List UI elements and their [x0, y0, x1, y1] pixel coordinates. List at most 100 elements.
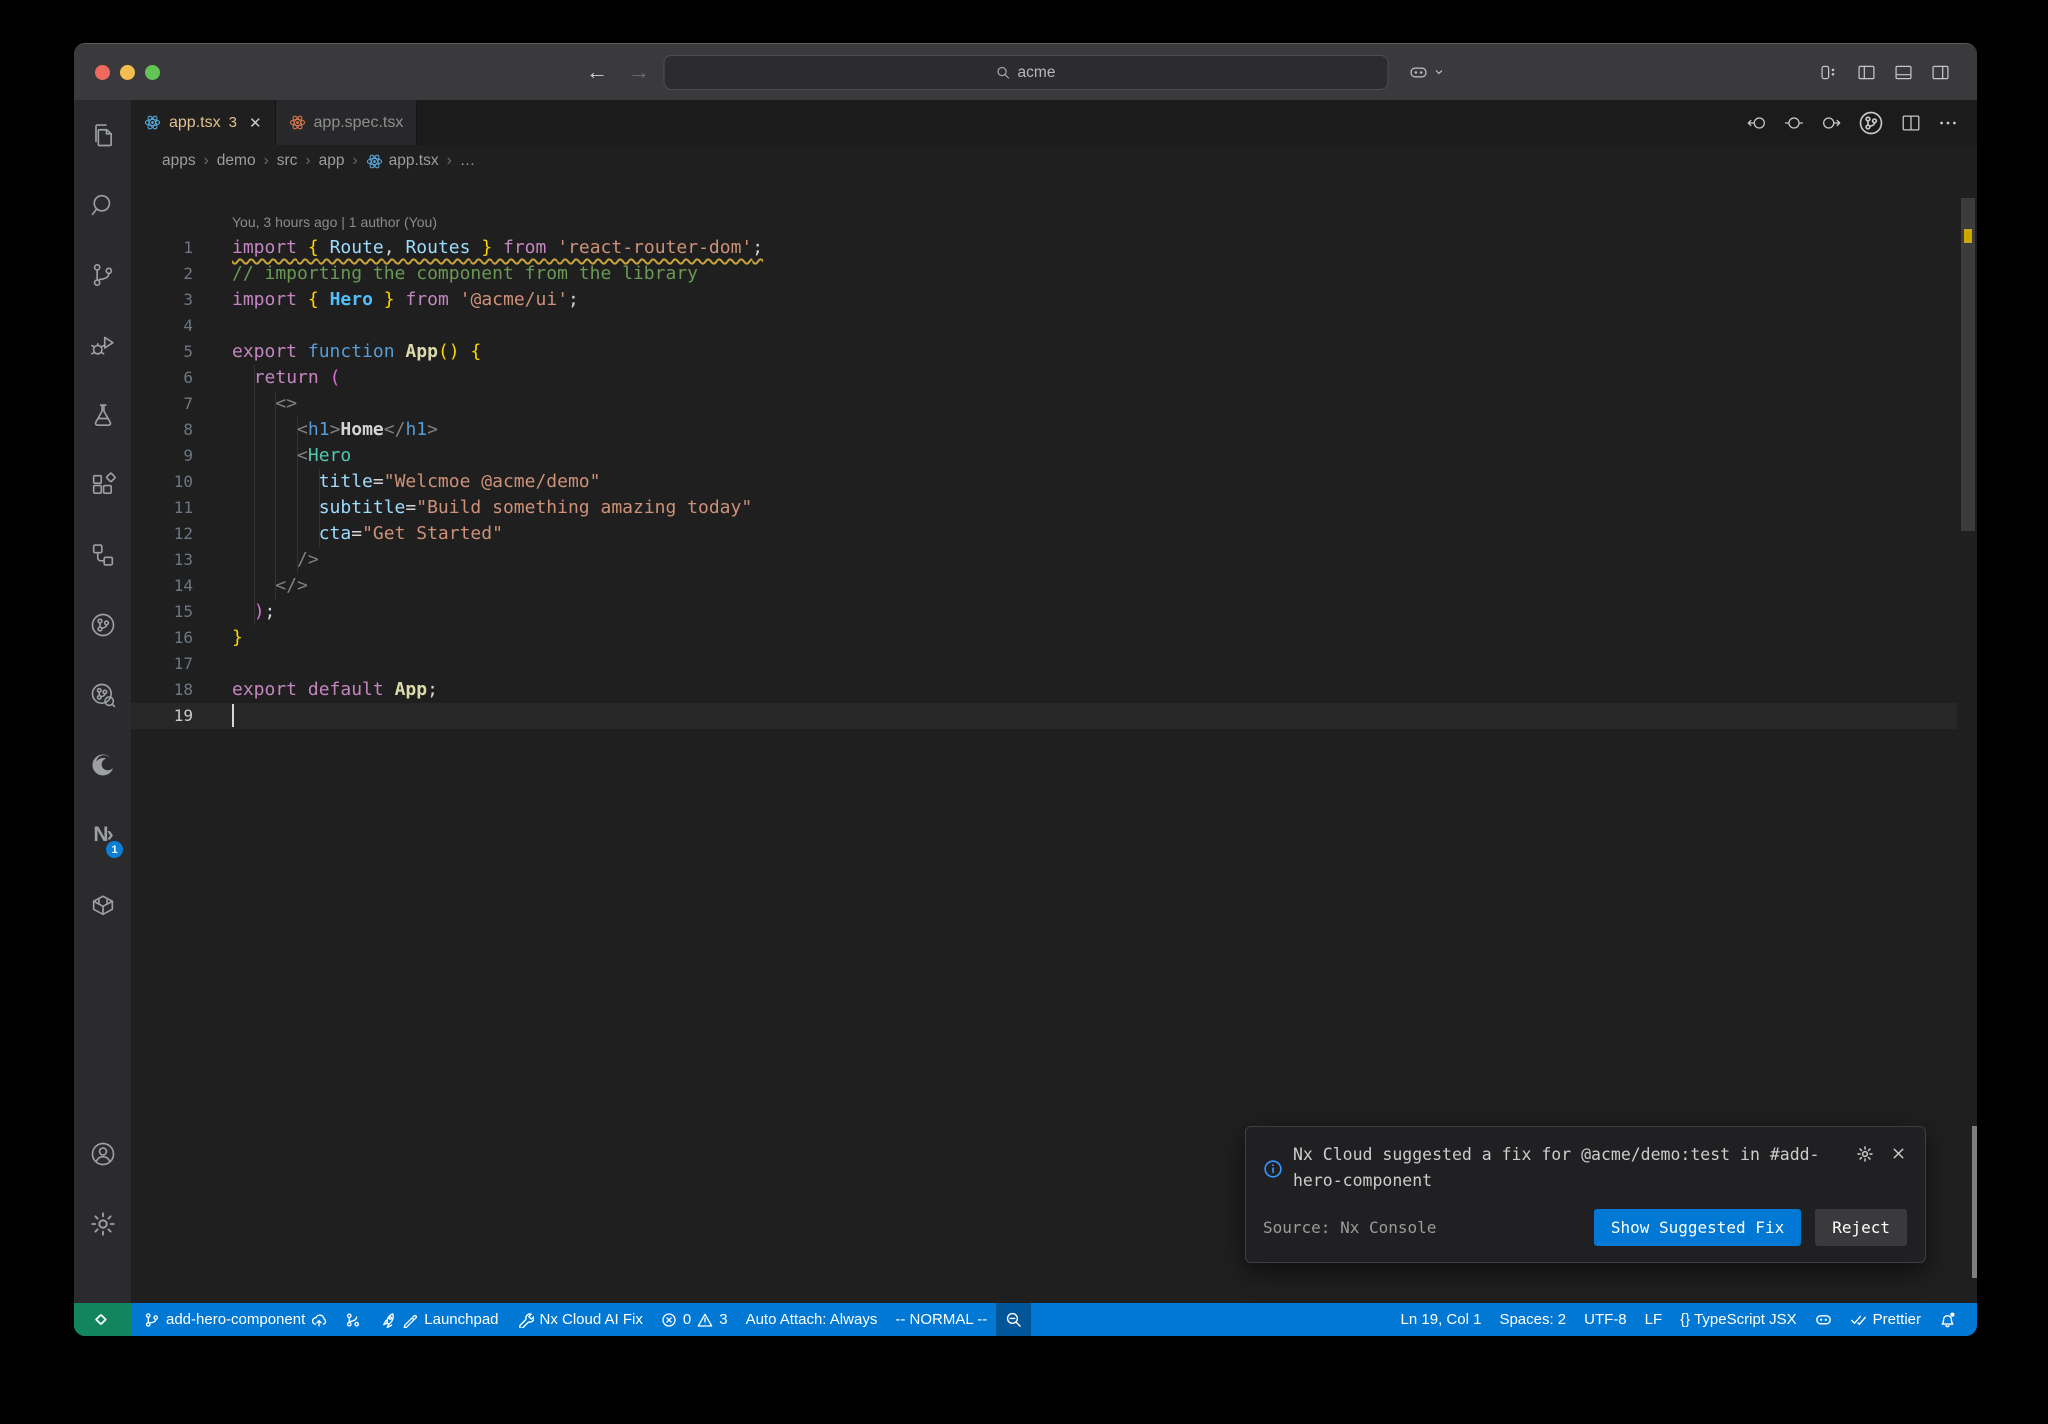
activity-badge: 1 — [106, 841, 123, 858]
line-number: 14 — [173, 576, 193, 595]
nx-cloud-ai-fix-item[interactable]: Nx Cloud AI Fix — [508, 1303, 652, 1336]
indent-guide — [275, 391, 277, 599]
breadcrumb-item[interactable]: apps — [162, 152, 196, 170]
status-text: Nx Cloud AI Fix — [539, 1311, 643, 1328]
notification-scrollbar[interactable] — [1972, 1126, 1977, 1278]
auto-attach-item[interactable]: Auto Attach: Always — [737, 1303, 887, 1336]
indentation-item[interactable]: Spaces: 2 — [1490, 1303, 1575, 1336]
git-blame-annotation: You, 3 hours ago | 1 author (You) — [232, 214, 437, 230]
line-number: 5 — [183, 342, 193, 361]
line-number: 11 — [173, 498, 193, 517]
activity-item-edge-browser[interactable] — [74, 730, 131, 800]
gitlens-navigate-forward-icon[interactable] — [1820, 112, 1842, 134]
close-tab-icon[interactable]: ✕ — [249, 114, 262, 132]
gitlens-navigate-back-icon[interactable] — [1746, 112, 1768, 134]
code-line-10: 10 title="Welcmoe @acme/demo" — [131, 469, 1957, 495]
react-file-icon — [366, 153, 383, 170]
react-file-icon — [289, 114, 306, 131]
language-item[interactable]: {} TypeScript JSX — [1671, 1303, 1805, 1336]
customize-layout-icon[interactable] — [1819, 62, 1840, 83]
gitlens-current-change-icon[interactable] — [1783, 112, 1805, 134]
editor-group: app.tsx 3 ✕ app.spec.tsx apps › demo › src › app ›… — [131, 100, 1977, 1303]
encoding-item[interactable]: UTF-8 — [1575, 1303, 1636, 1336]
toggle-secondary-sidebar-icon[interactable] — [1930, 62, 1951, 83]
activity-bar: N› 1 — [74, 100, 131, 1303]
status-text: add-hero-component — [166, 1311, 306, 1328]
breadcrumb-item[interactable]: src — [277, 152, 298, 170]
activity-item-accounts[interactable] — [74, 1119, 131, 1189]
remote-indicator[interactable] — [74, 1303, 131, 1336]
close-window-button[interactable] — [95, 64, 110, 80]
activity-item-source-control[interactable] — [74, 240, 131, 310]
status-text: Prettier — [1872, 1311, 1921, 1328]
eol-item[interactable]: LF — [1636, 1303, 1672, 1336]
toggle-panel-icon[interactable] — [1893, 62, 1914, 83]
problems-item[interactable]: 03 — [652, 1303, 737, 1336]
toggle-primary-sidebar-icon[interactable] — [1856, 62, 1877, 83]
breadcrumb-item[interactable]: demo — [217, 152, 256, 170]
gitlens-icon — [89, 611, 117, 639]
remote-icon — [94, 1311, 111, 1328]
reject-button[interactable]: Reject — [1815, 1209, 1907, 1247]
notification-settings-icon[interactable] — [1856, 1145, 1874, 1163]
history-forward-button[interactable]: → — [628, 44, 650, 100]
breadcrumb-file[interactable]: app.tsx — [366, 152, 439, 170]
activity-item-testing[interactable] — [74, 380, 131, 450]
activity-item-run-and-debug[interactable] — [74, 310, 131, 380]
breadcrumb-item[interactable]: app — [319, 152, 345, 170]
activity-item-containers[interactable] — [74, 870, 131, 940]
wrench-icon — [517, 1311, 534, 1328]
activity-item-explorer[interactable] — [74, 100, 131, 170]
tab-app.spec.tsx[interactable]: app.spec.tsx — [275, 100, 418, 145]
split-editor-icon[interactable] — [1900, 112, 1922, 134]
git-branch-item[interactable]: add-hero-component — [135, 1303, 336, 1336]
code-line-7: 7 <> — [131, 391, 1957, 417]
cursor-position-item[interactable]: Ln 19, Col 1 — [1392, 1303, 1491, 1336]
editor-scrollbar[interactable] — [1961, 198, 1975, 531]
activity-item-search[interactable] — [74, 170, 131, 240]
code-line-6: 6 return ( — [131, 365, 1957, 391]
breadcrumb-separator: › — [305, 152, 311, 169]
minimize-window-button[interactable] — [120, 64, 135, 80]
bell-dot-icon — [1939, 1311, 1956, 1328]
status-text: 0 — [682, 1311, 692, 1328]
notification-close-icon[interactable] — [1890, 1145, 1907, 1162]
copilot-menu-button[interactable] — [1408, 44, 1445, 100]
tab-label: app.tsx — [169, 113, 221, 131]
status-text: Launchpad — [424, 1311, 499, 1328]
copilot-icon — [1408, 62, 1429, 83]
launchpad-item[interactable]: Launchpad — [370, 1303, 507, 1336]
notifications-item[interactable] — [1930, 1303, 1965, 1336]
tab-app.tsx[interactable]: app.tsx 3 ✕ — [131, 100, 276, 145]
search-icon — [996, 65, 1011, 80]
zoom-window-button[interactable] — [145, 64, 160, 80]
activity-item-extensions[interactable] — [74, 450, 131, 520]
more-actions-icon[interactable] — [1937, 112, 1959, 134]
breadcrumb-separator: › — [446, 152, 452, 169]
copilot-icon — [1815, 1311, 1832, 1328]
activity-item-nx-console[interactable]: N› 1 — [74, 800, 131, 870]
show-suggested-fix-button[interactable]: Show Suggested Fix — [1593, 1209, 1802, 1247]
info-icon — [1263, 1145, 1283, 1193]
activity-item-project-views[interactable] — [74, 520, 131, 590]
status-text: Auto Attach: Always — [745, 1311, 878, 1328]
zoom-indicator-item[interactable] — [996, 1303, 1032, 1336]
history-back-button[interactable]: ← — [586, 44, 608, 100]
activity-item-gitlens-inspect[interactable] — [74, 660, 131, 730]
copilot-item[interactable] — [1806, 1303, 1841, 1336]
code-line-13: 13 /> — [131, 547, 1957, 573]
activity-item-manage[interactable] — [74, 1189, 131, 1259]
code-line-18: 18 export default App; — [131, 677, 1957, 703]
project-views-icon — [89, 541, 117, 569]
source-control-graph-item[interactable] — [336, 1303, 370, 1336]
prettier-item[interactable]: Prettier — [1841, 1303, 1930, 1336]
code-line-5: 5 export function App() { — [131, 339, 1957, 365]
activity-item-gitlens[interactable] — [74, 590, 131, 660]
breadcrumb-tail[interactable]: … — [460, 152, 476, 170]
containers-icon — [89, 891, 117, 919]
gitlens-graph-icon[interactable] — [1857, 109, 1885, 137]
command-center-search[interactable]: acme — [663, 55, 1388, 90]
code-editor[interactable]: You, 3 hours ago | 1 author (You) 1 impor… — [131, 177, 1977, 1303]
vim-mode-item[interactable]: -- NORMAL -- — [886, 1303, 996, 1336]
notification-message: Nx Cloud suggested a fix for @acme/demo:… — [1293, 1145, 1820, 1190]
